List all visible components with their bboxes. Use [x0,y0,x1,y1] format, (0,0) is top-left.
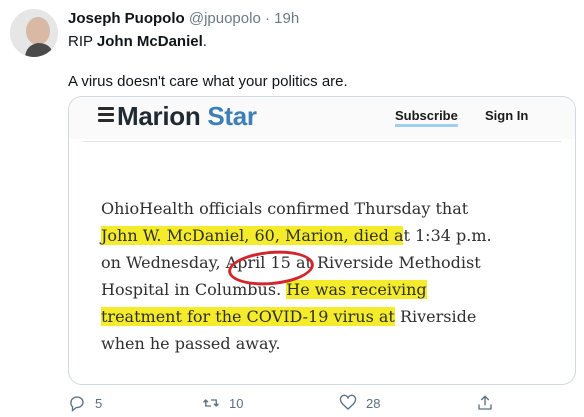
tweet-media-image[interactable]: Marion Star Subscribe Sign In OhioHealth… [68,96,576,385]
share-button[interactable] [476,394,494,412]
like-button[interactable]: 28 [339,394,380,412]
like-count: 28 [366,395,381,411]
article-text: at Riverside Methodist [290,253,481,272]
tweet-text-line2: A virus doesn't care what your politics … [68,73,348,90]
tweet-text-prefix: RIP [68,33,97,50]
tweet-time[interactable]: 19h [274,10,299,27]
author-handle[interactable]: @jpuopolo [189,10,261,27]
retweet-count: 10 [229,395,244,411]
header-divider [83,141,561,142]
subscribe-link: Subscribe [395,108,458,123]
heart-icon [339,394,357,410]
reply-count: 5 [95,395,103,411]
tweet-actions: 5 10 28 [68,394,574,414]
tweet-text-line1: RIP John McDaniel. [68,33,207,50]
retweet-button[interactable]: 10 [202,394,243,412]
tweet-text-name: John McDaniel [96,33,203,50]
article-line-1: OhioHealth officials confirmed Thursday … [101,199,469,218]
reply-button[interactable]: 5 [68,394,102,412]
retweet-icon [203,399,219,407]
article-line-5: treatment for the COVID-19 virus at Rive… [101,305,476,329]
avatar-photo [10,9,58,57]
article-line-2: John W. McDaniel, 60, Marion, died at 1:… [101,224,492,248]
logo-marion: Marion [117,101,201,131]
tweet-header: Joseph Puopolo @jpuopolo · 19h [68,10,299,27]
reply-icon [70,396,84,412]
tweet-text-suffix: . [202,33,207,50]
site-logo: Marion Star [117,101,257,132]
avatar[interactable] [10,9,58,57]
header-separator: · [264,10,270,27]
highlight: John W. McDaniel, 60, Marion, died a [101,226,404,245]
article-line-6: when he passed away. [101,334,281,353]
logo-star: Star [207,101,257,131]
article-text: t 1:34 p.m. [403,226,492,245]
highlight: treatment for the COVID-19 virus at [101,307,395,326]
author-name[interactable]: Joseph Puopolo [68,10,185,27]
highlight: He was receiving [286,280,427,299]
site-header: Marion Star Subscribe Sign In [69,97,575,139]
menu-icon [98,107,114,124]
share-icon [478,395,492,410]
article-text: on Wednesday, [101,253,226,272]
article-text: Riverside [394,307,477,326]
sign-in-link: Sign In [485,108,529,123]
